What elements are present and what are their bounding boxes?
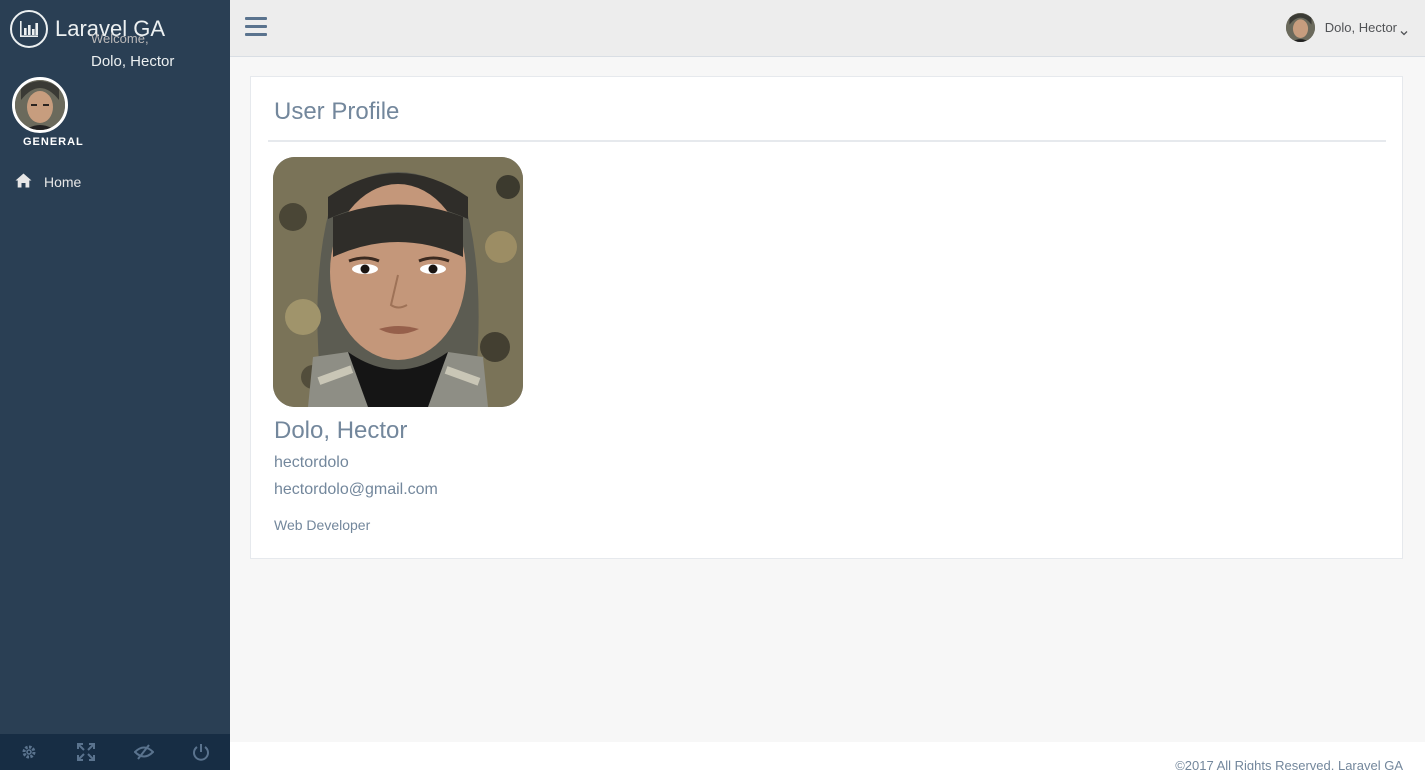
- sidebar-footer: [0, 734, 230, 770]
- user-menu-dropdown[interactable]: Dolo, Hector: [1285, 13, 1408, 42]
- lock-icon[interactable]: [115, 734, 173, 770]
- avatar: [12, 77, 68, 133]
- welcome-text: Welcome,: [91, 31, 149, 46]
- top-user-name: Dolo, Hector: [1324, 20, 1397, 35]
- chevron-down-icon: [1400, 24, 1408, 35]
- sidebar-item-home[interactable]: Home: [0, 168, 230, 196]
- fullscreen-icon[interactable]: [58, 734, 116, 770]
- divider: [268, 140, 1386, 142]
- logout-icon[interactable]: [173, 734, 231, 770]
- menu-toggle-icon[interactable]: [245, 17, 267, 37]
- user-profile-panel: User Profile Dolo, Hector hectordolo hec…: [250, 76, 1403, 559]
- copyright-text: ©2017 All Rights Reserved. Laravel GA: [1175, 758, 1403, 770]
- sidebar: Laravel GA Welcome, Dolo, Hector GENERAL…: [0, 0, 230, 770]
- profile-role: Web Developer: [274, 517, 371, 533]
- top-nav: Dolo, Hector: [230, 0, 1425, 57]
- home-icon: [15, 173, 32, 191]
- bar-chart-icon: [10, 9, 48, 48]
- profile-photo: [273, 157, 523, 407]
- page-footer: ©2017 All Rights Reserved. Laravel GA: [230, 742, 1425, 770]
- profile-username: hectordolo: [274, 454, 349, 471]
- avatar: [1285, 13, 1315, 42]
- brand[interactable]: Laravel GA: [0, 0, 230, 57]
- settings-icon[interactable]: [0, 734, 58, 770]
- menu-section-title: GENERAL: [23, 136, 84, 148]
- sidebar-user-name: Dolo, Hector: [91, 53, 175, 70]
- profile-name: Dolo, Hector: [274, 417, 408, 444]
- page-title: User Profile: [274, 98, 400, 125]
- profile-email: hectordolo@gmail.com: [274, 481, 438, 498]
- sidebar-item-label: Home: [44, 174, 82, 190]
